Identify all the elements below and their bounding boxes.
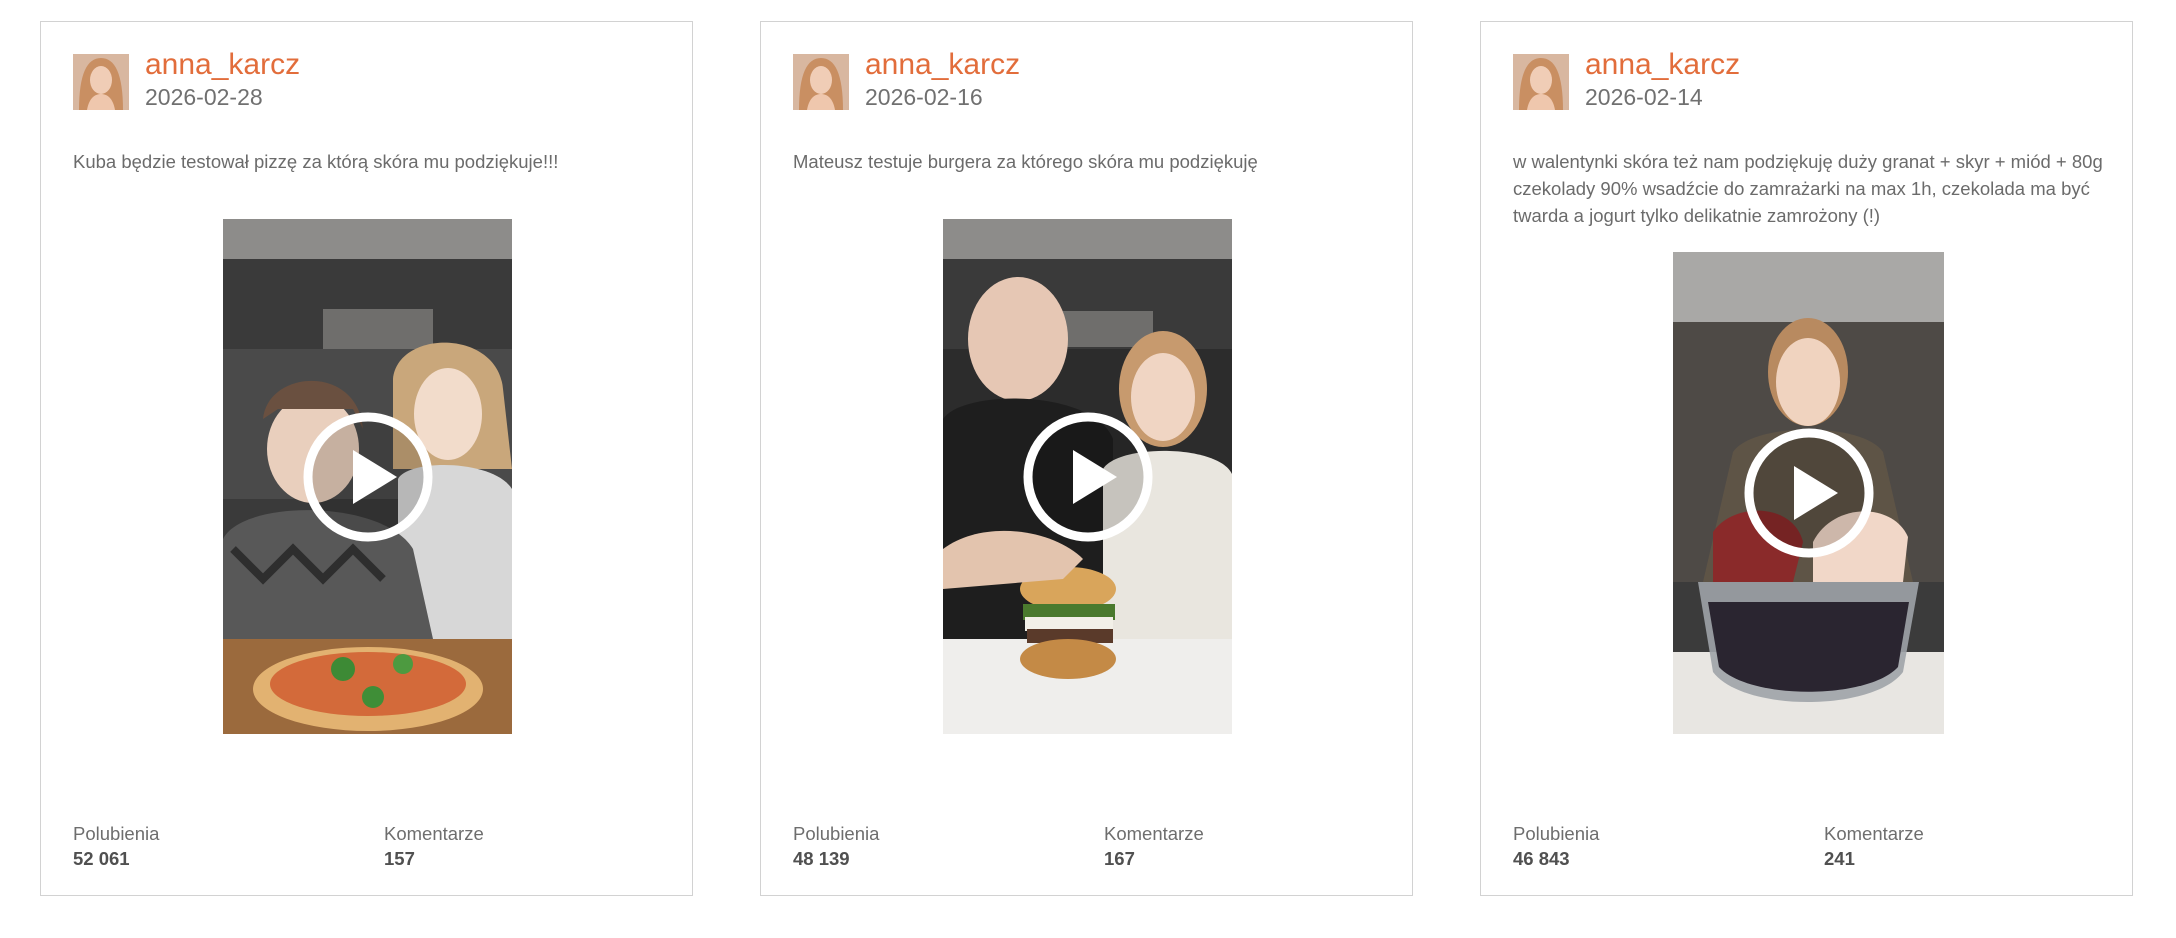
avatar[interactable] bbox=[1513, 54, 1569, 110]
post-stats: Polubienia 52 061 Komentarze 157 bbox=[73, 822, 673, 882]
post-card: anna_karcz 2026-02-16 Mateusz testuje bu… bbox=[760, 21, 1413, 896]
likes-stat: Polubienia 46 843 bbox=[1513, 822, 1599, 872]
post-caption: Mateusz testuje burgera za którego skóra… bbox=[793, 151, 1258, 172]
likes-stat: Polubienia 48 139 bbox=[793, 822, 879, 872]
comments-label: Komentarze bbox=[384, 823, 484, 844]
play-icon[interactable] bbox=[301, 410, 435, 544]
comments-label: Komentarze bbox=[1824, 823, 1924, 844]
likes-label: Polubienia bbox=[73, 823, 160, 844]
likes-stat: Polubienia 52 061 bbox=[73, 822, 159, 872]
comments-label: Komentarze bbox=[1104, 823, 1204, 844]
post-date: 2026-02-16 bbox=[865, 84, 983, 110]
likes-count: 48 139 bbox=[793, 848, 850, 869]
username-link[interactable]: anna_karcz bbox=[865, 48, 1020, 82]
post-caption: Kuba będzie testował pizzę za którą skór… bbox=[73, 151, 559, 172]
video-thumbnail[interactable] bbox=[1673, 252, 1944, 734]
comments-count: 241 bbox=[1824, 848, 1855, 869]
avatar[interactable] bbox=[73, 54, 129, 110]
username-link[interactable]: anna_karcz bbox=[145, 48, 300, 82]
post-date: 2026-02-14 bbox=[1585, 84, 1703, 110]
comments-stat: Komentarze 241 bbox=[1824, 822, 1924, 872]
likes-label: Polubienia bbox=[793, 823, 880, 844]
play-icon[interactable] bbox=[1742, 426, 1876, 560]
post-stats: Polubienia 48 139 Komentarze 167 bbox=[793, 822, 1393, 882]
post-date: 2026-02-28 bbox=[145, 84, 263, 110]
avatar[interactable] bbox=[793, 54, 849, 110]
post-card: anna_karcz 2026-02-14 w walentynki skóra… bbox=[1480, 21, 2133, 896]
posts-grid: anna_karcz 2026-02-28 Kuba będzie testow… bbox=[0, 0, 2176, 938]
comments-count: 167 bbox=[1104, 848, 1135, 869]
likes-label: Polubienia bbox=[1513, 823, 1600, 844]
video-thumbnail[interactable] bbox=[943, 219, 1232, 734]
play-icon[interactable] bbox=[1021, 410, 1155, 544]
post-stats: Polubienia 46 843 Komentarze 241 bbox=[1513, 822, 2113, 882]
comments-count: 157 bbox=[384, 848, 415, 869]
username-link[interactable]: anna_karcz bbox=[1585, 48, 1740, 82]
comments-stat: Komentarze 167 bbox=[1104, 822, 1204, 872]
post-card: anna_karcz 2026-02-28 Kuba będzie testow… bbox=[40, 21, 693, 896]
likes-count: 52 061 bbox=[73, 848, 130, 869]
video-thumbnail[interactable] bbox=[223, 219, 512, 734]
likes-count: 46 843 bbox=[1513, 848, 1570, 869]
post-caption: w walentynki skóra też nam podziękuję du… bbox=[1513, 151, 2103, 226]
comments-stat: Komentarze 157 bbox=[384, 822, 484, 872]
